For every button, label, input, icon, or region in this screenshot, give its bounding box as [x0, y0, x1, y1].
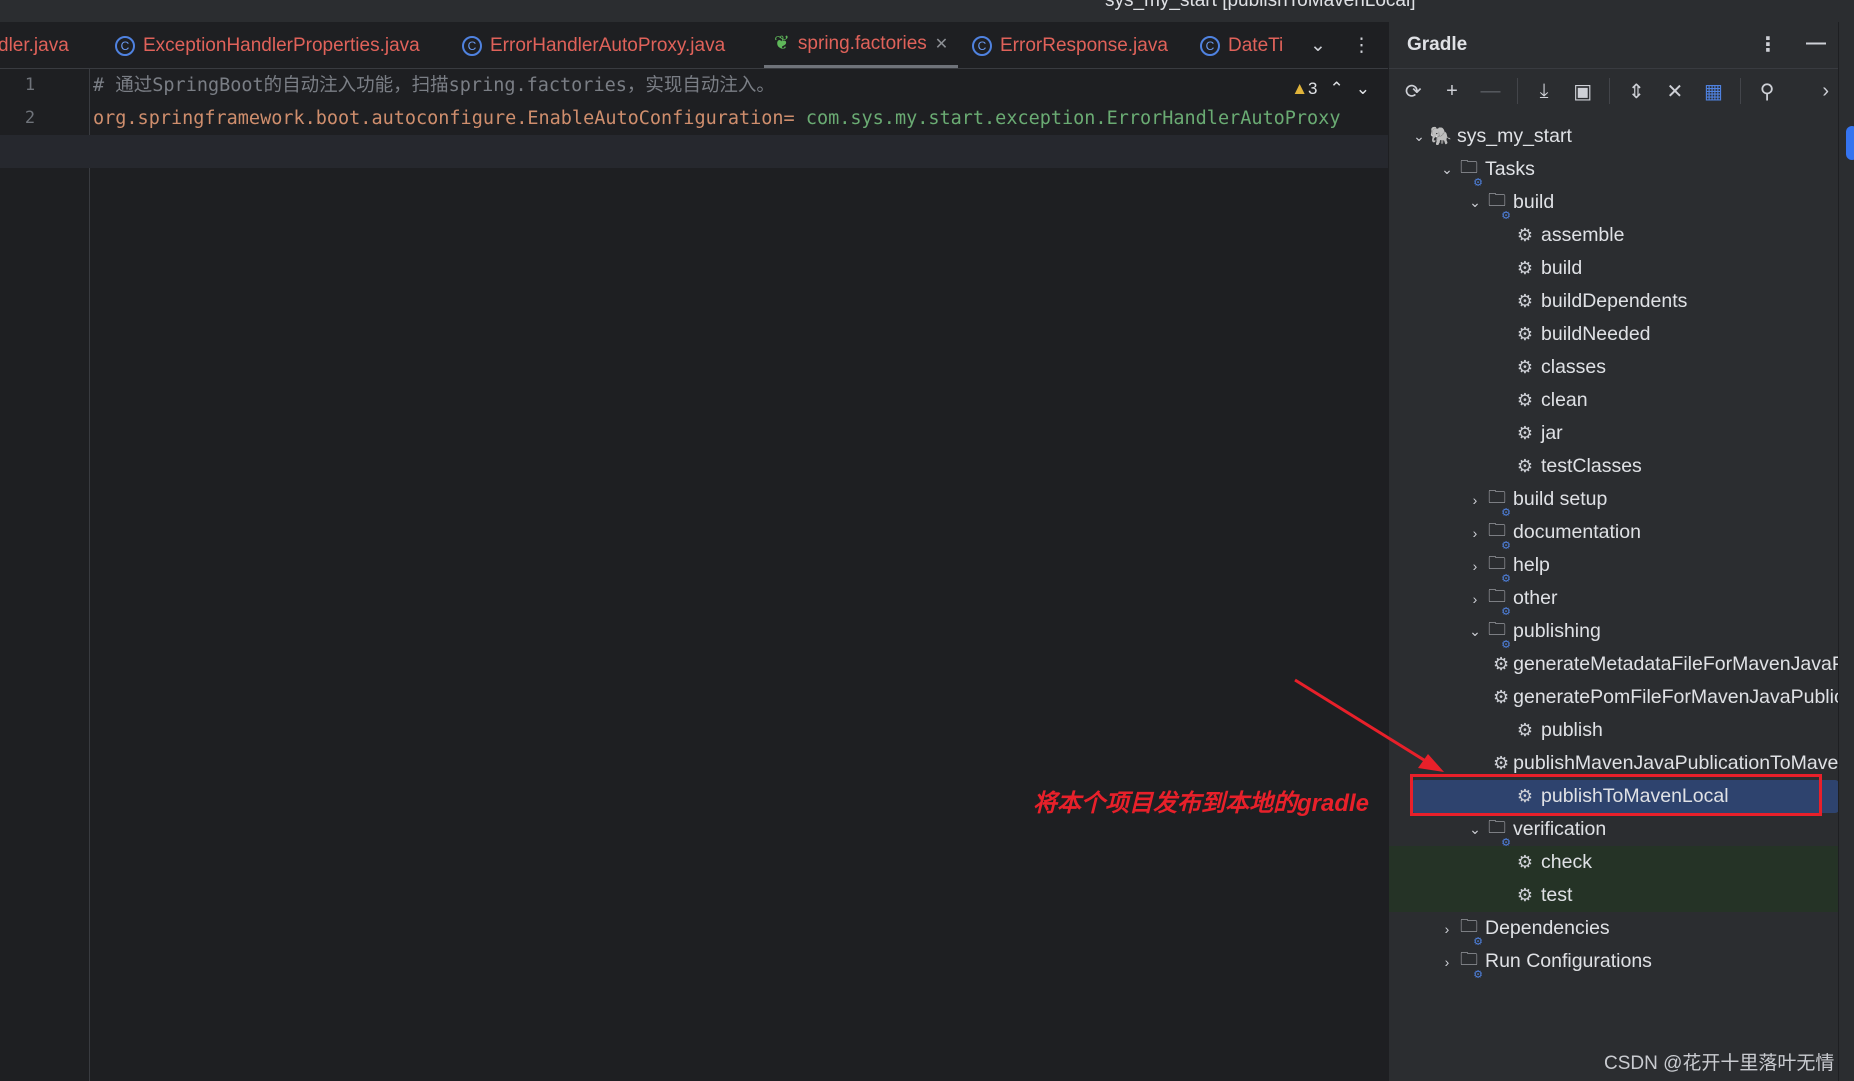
watermark: CSDN @花开十里落叶无情 [1604, 1053, 1835, 1074]
annotation-arrow [1294, 678, 1444, 772]
annotation-text: 将本个项目发布到本地的gradle [1033, 790, 1370, 817]
